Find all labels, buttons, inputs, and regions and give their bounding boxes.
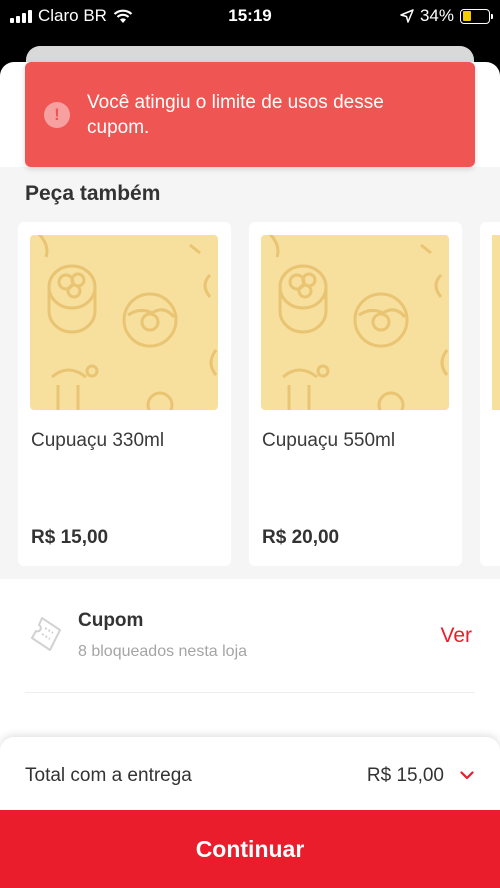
section-title: Peça também <box>25 182 161 205</box>
status-bar: Claro BR 15:19 34% <box>0 0 500 34</box>
battery-percent: 34% <box>419 6 454 25</box>
product-price: R$ 20,00 <box>262 527 340 548</box>
error-toast[interactable]: ! Você atingiu o limite de usos desse cu… <box>25 62 475 167</box>
divider <box>25 692 475 693</box>
chevron-down-icon[interactable] <box>460 771 474 780</box>
continue-button[interactable]: Continuar <box>0 810 500 888</box>
total-value[interactable]: R$ 15,00 <box>367 765 444 787</box>
product-name: Cupuaçu 550ml <box>262 430 396 451</box>
alert-icon: ! <box>44 102 70 128</box>
product-price: R$ 15,00 <box>31 527 109 548</box>
total-label[interactable]: Total com a entrega <box>25 765 192 787</box>
product-image-placeholder <box>492 235 500 410</box>
view-coupons-link[interactable]: Ver <box>440 624 472 648</box>
location-arrow-icon <box>400 9 414 23</box>
ticket-icon <box>31 617 61 651</box>
product-image-placeholder <box>30 235 218 410</box>
product-card-partial[interactable] <box>480 222 500 566</box>
food-pattern-icon <box>37 235 218 410</box>
battery-icon <box>460 8 493 24</box>
coupon-subtitle: 8 bloqueados nesta loja <box>78 643 248 660</box>
product-name: Cupuaçu 330ml <box>31 430 165 451</box>
product-image-placeholder <box>261 235 449 410</box>
coupon-row[interactable]: Cupom 8 bloqueados nesta loja Ver <box>0 594 500 694</box>
coupon-title: Cupom <box>78 610 144 631</box>
toast-message: Você atingiu o limite de usos desse cupo… <box>87 92 384 138</box>
product-card[interactable]: Cupuaçu 330ml R$ 15,00 <box>18 222 231 566</box>
food-pattern-icon <box>268 235 449 410</box>
product-card[interactable]: Cupuaçu 550ml R$ 20,00 <box>249 222 462 566</box>
checkout-footer: Total com a entrega R$ 15,00 Continuar <box>0 737 500 888</box>
